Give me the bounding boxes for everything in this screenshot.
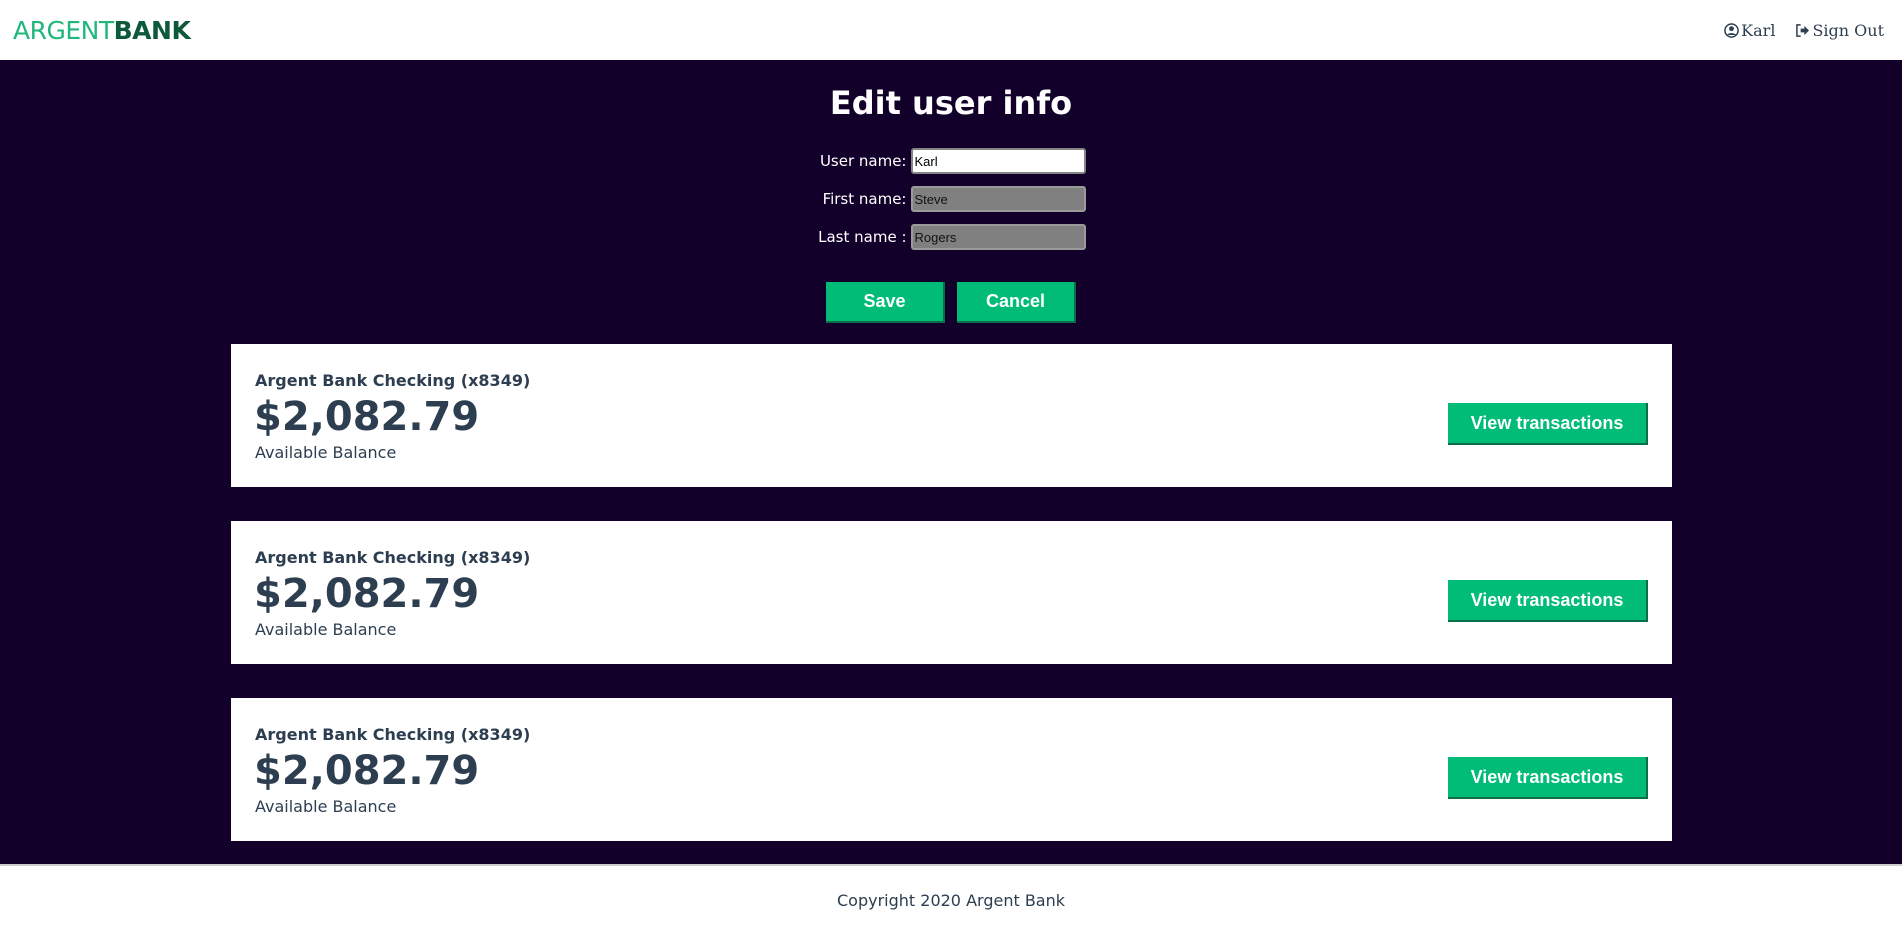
account-title: Argent Bank Checking (x8349) bbox=[255, 371, 531, 390]
account-amount: $2,082.79 bbox=[254, 748, 480, 794]
firstname-input bbox=[910, 186, 1086, 212]
lastname-input bbox=[910, 224, 1086, 250]
cancel-button[interactable]: Cancel bbox=[957, 282, 1076, 323]
account-amount-description: Available Balance bbox=[255, 797, 397, 816]
logo-text-bank: BANK bbox=[113, 15, 191, 45]
firstname-label: First name: bbox=[822, 190, 907, 208]
user-name-label: Karl bbox=[1741, 20, 1776, 40]
account-amount: $2,082.79 bbox=[254, 571, 480, 617]
account-amount-description: Available Balance bbox=[255, 443, 397, 462]
logo-text-argent: ARGENT bbox=[13, 15, 114, 45]
page-footer: Copyright 2020 Argent Bank bbox=[0, 864, 1902, 937]
lastname-label: Last name : bbox=[818, 228, 907, 246]
username-row: User name: bbox=[0, 148, 1902, 174]
username-label: User name: bbox=[819, 152, 907, 170]
account-title: Argent Bank Checking (x8349) bbox=[255, 548, 531, 567]
account-card: Argent Bank Checking (x8349) $2,082.79 A… bbox=[231, 521, 1672, 664]
firstname-row: First name: bbox=[0, 186, 1902, 212]
nav-links: Karl Sign Out bbox=[1724, 21, 1884, 40]
lastname-row: Last name : bbox=[0, 224, 1902, 250]
user-profile-link[interactable]: Karl bbox=[1724, 21, 1775, 40]
view-transactions-button[interactable]: View transactions bbox=[1448, 403, 1648, 445]
account-amount-description: Available Balance bbox=[255, 620, 397, 639]
view-transactions-button[interactable]: View transactions bbox=[1448, 757, 1648, 799]
account-card: Argent Bank Checking (x8349) $2,082.79 A… bbox=[231, 344, 1672, 487]
user-circle-icon bbox=[1724, 22, 1739, 38]
argent-bank-logo[interactable]: ARGENT BANK bbox=[13, 15, 191, 45]
main-nav: ARGENT BANK Karl Sign Out bbox=[0, 0, 1902, 60]
account-title: Argent Bank Checking (x8349) bbox=[255, 725, 531, 744]
edit-user-title: Edit user info bbox=[829, 84, 1073, 122]
account-card: Argent Bank Checking (x8349) $2,082.79 A… bbox=[231, 698, 1672, 841]
sign-out-icon bbox=[1795, 23, 1810, 37]
view-transactions-button[interactable]: View transactions bbox=[1448, 580, 1648, 622]
main-content: Edit user info User name: First name: La… bbox=[0, 60, 1902, 864]
account-amount: $2,082.79 bbox=[254, 394, 480, 440]
sign-out-label: Sign Out bbox=[1812, 20, 1884, 40]
form-buttons: Save Cancel bbox=[0, 282, 1902, 323]
sign-out-link[interactable]: Sign Out bbox=[1795, 21, 1884, 40]
username-input[interactable] bbox=[910, 148, 1086, 174]
copyright-text: Copyright 2020 Argent Bank bbox=[837, 891, 1065, 910]
save-button[interactable]: Save bbox=[826, 282, 945, 323]
